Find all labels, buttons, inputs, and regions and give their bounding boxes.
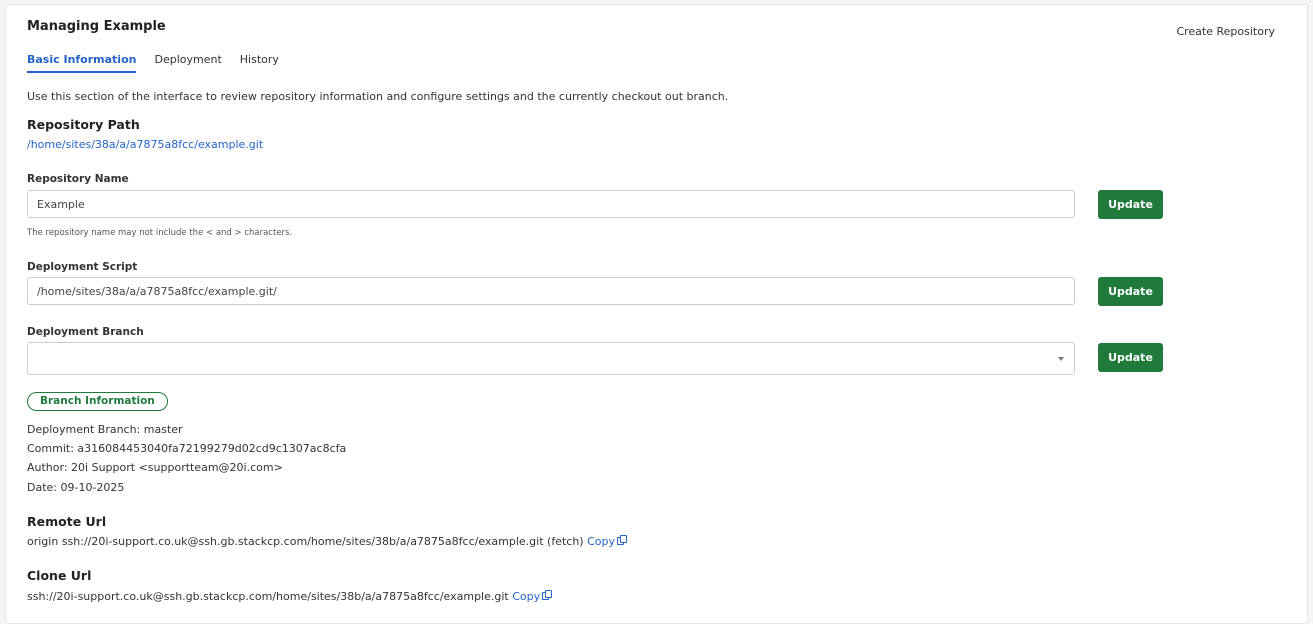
deployment-script-input[interactable] [27,277,1075,305]
deployment-branch-select[interactable] [27,342,1075,375]
clone-url-line: ssh://20i-support.co.uk@ssh.gb.stackcp.c… [27,590,553,603]
clone-url-heading: Clone Url [27,568,92,583]
deployment-script-label: Deployment Script [27,261,138,273]
branch-information-badge: Branch Information [27,392,168,411]
branch-info-author: Author: 20i Support <supportteam@20i.com… [27,461,283,474]
branch-info-deployment-branch: Deployment Branch: master [27,423,183,436]
remote-url-value: origin ssh://20i-support.co.uk@ssh.gb.st… [27,535,584,548]
repository-card: Managing Example Create Repository Basic… [5,4,1308,624]
clone-url-copy-label: Copy [512,590,541,603]
repository-path-heading: Repository Path [27,117,140,132]
chevron-down-icon [1058,357,1064,361]
branch-info-date: Date: 09-10-2025 [27,481,125,494]
remote-url-heading: Remote Url [27,514,107,529]
repository-name-input[interactable] [27,190,1075,218]
copy-icon [617,535,627,546]
update-branch-button[interactable]: Update [1098,343,1163,372]
clone-url-copy-button[interactable]: Copy [512,590,553,603]
tab-deployment[interactable]: Deployment [154,53,221,73]
branch-info-commit: Commit: a316084453040fa72199279d02cd9c13… [27,442,347,455]
page-title: Managing Example [27,19,166,34]
update-name-button[interactable]: Update [1098,190,1163,219]
remote-url-copy-button[interactable]: Copy [587,535,627,548]
tab-basic-information[interactable]: Basic Information [27,53,137,73]
remote-url-line: origin ssh://20i-support.co.uk@ssh.gb.st… [27,535,627,548]
repository-name-hint: The repository name may not include the … [27,228,293,238]
repository-name-label: Repository Name [27,173,129,185]
remote-url-copy-label: Copy [587,535,615,548]
repository-path-link[interactable]: /home/sites/38a/a/a7875a8fcc/example.git [27,138,263,151]
tab-history[interactable]: History [240,53,279,73]
update-script-button[interactable]: Update [1098,277,1163,306]
copy-icon [542,590,553,601]
create-repository-link[interactable]: Create Repository [1176,25,1275,38]
deployment-branch-label: Deployment Branch [27,326,144,338]
tab-bar: Basic Information Deployment History [27,53,279,73]
clone-url-value: ssh://20i-support.co.uk@ssh.gb.stackcp.c… [27,590,509,603]
intro-text: Use this section of the interface to rev… [27,90,729,103]
